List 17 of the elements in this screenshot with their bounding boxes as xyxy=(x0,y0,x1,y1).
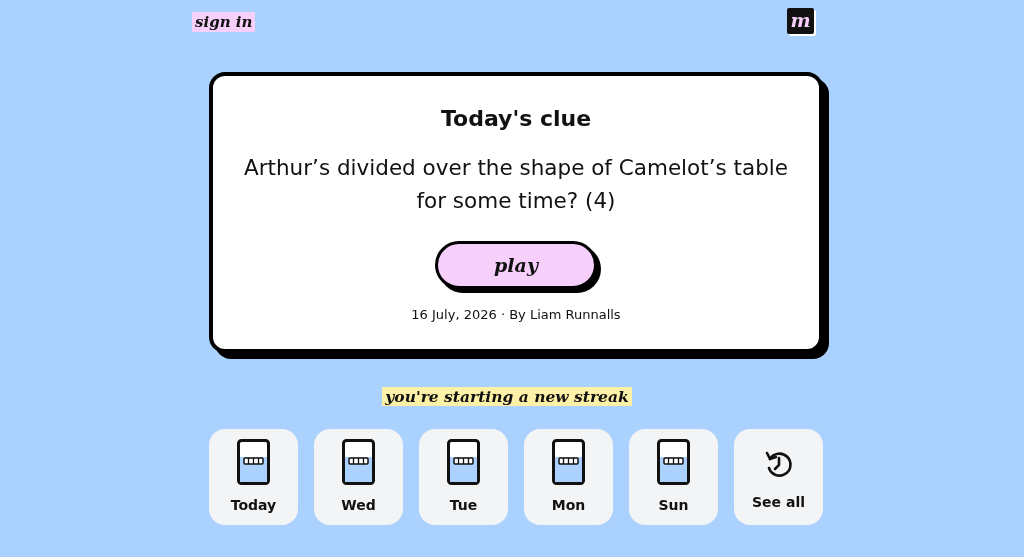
sign-in-link[interactable]: sign in xyxy=(192,12,256,32)
clue-text: Arthur’s divided over the shape of Camelot’s table for some time? (4) xyxy=(243,154,789,215)
day-tile[interactable]: Mon xyxy=(524,428,613,525)
day-tile[interactable]: Wed xyxy=(314,428,403,525)
puzzle-card-icon xyxy=(552,438,585,485)
puzzle-card-icon xyxy=(447,438,480,485)
puzzle-card-icon xyxy=(237,438,270,485)
streak-message: you're starting a new streak xyxy=(382,386,632,406)
puzzle-card-icon xyxy=(342,438,375,485)
logo[interactable]: m xyxy=(787,8,814,34)
card-title: Today's clue xyxy=(439,105,593,133)
day-tile[interactable]: Sun xyxy=(629,428,718,525)
day-tile[interactable]: See all xyxy=(734,428,823,525)
puzzle-card-icon xyxy=(657,438,690,485)
day-tile[interactable]: Tue xyxy=(419,428,508,525)
day-tile[interactable]: Today xyxy=(209,428,298,525)
byline: 16 July, 2026 · By Liam Runnalls xyxy=(410,306,622,324)
